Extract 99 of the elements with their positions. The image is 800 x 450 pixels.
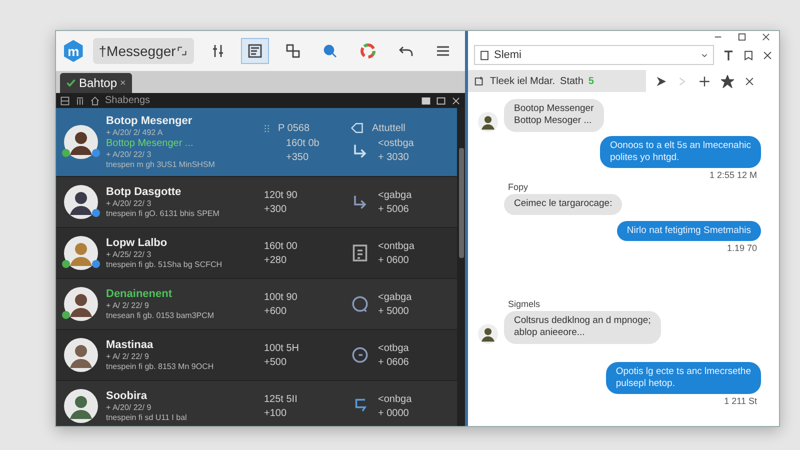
- avatar: [478, 324, 498, 344]
- time-text: 160t 00: [264, 240, 298, 252]
- avatar: [64, 338, 98, 372]
- date-text: + A/20/ 2/ 492 A: [106, 128, 164, 137]
- plus-icon: [698, 74, 711, 88]
- contact-name: Botp Dasgotte: [106, 186, 182, 198]
- count-text: +300: [264, 204, 288, 214]
- forward-icon: [677, 76, 688, 86]
- contact-row[interactable]: Denainenent + A/ 2/ 22/ 9 tnesean fi gb. 0153 bam3PCM 100t 90 +600 <gabga + 5000: [56, 279, 457, 330]
- count-text: +350: [285, 152, 310, 163]
- sender-name: Fopy: [507, 182, 530, 192]
- date-text: + A/20/ 22/ 9: [106, 403, 152, 412]
- action-label: <onbga: [378, 394, 413, 404]
- close-icon: [762, 50, 773, 60]
- detail-text: tnesean fi gb. 0153 bam3PCM: [106, 311, 216, 320]
- avatar: [64, 185, 98, 219]
- swap-icon: [284, 43, 301, 59]
- close-icon: [761, 32, 771, 42]
- amount-text: + 0000: [378, 408, 410, 418]
- column-label: ⁝⁝: [264, 123, 270, 135]
- message-preview: Bottop Mesenger ...: [106, 138, 194, 149]
- date-text: + A/20/ 22/ 3: [106, 150, 152, 159]
- time-text: 125t 5II: [264, 394, 298, 404]
- contact-name: Soobira: [106, 390, 148, 402]
- contact-name: Mastinaa: [106, 339, 154, 351]
- detail-text: tnespen m gh 3US1 MinSHSM: [106, 160, 216, 169]
- date-text: + A/ 2/ 22/ 9: [106, 352, 150, 361]
- detail-text: tnespein fi sd U11 I bal: [106, 413, 188, 422]
- time-text: 100t 5H: [264, 342, 300, 354]
- time-text: 120t 90: [264, 190, 298, 200]
- action-label: <otbga: [378, 342, 410, 354]
- expand-icon: [176, 45, 188, 57]
- close-icon[interactable]: ×: [120, 78, 126, 88]
- app-logo: m: [64, 40, 83, 62]
- date-text: + A/25/ 22/ 3: [106, 250, 152, 259]
- search-field[interactable]: Slemi: [474, 45, 714, 65]
- amount-text: + 5000: [378, 306, 410, 316]
- message-bubble: Coltsrus dedklnog an d mpnoge; ablop anieeore...: [504, 311, 661, 344]
- contact-row[interactable]: Soobira + A/20/ 22/ 9 tnespein fi sd U11 I bal 125t 5II +100 <onbga + 0000: [56, 381, 457, 426]
- toolbar-button[interactable]: [241, 38, 269, 64]
- avatar: [64, 236, 98, 270]
- count-text: +280: [264, 254, 288, 266]
- message-bubble: Opotis lg ecte ts anc lmecrsethe pulsepl hetop.: [606, 362, 761, 394]
- message-time: 1 2:55 12 M: [709, 170, 758, 180]
- close-icon: [744, 76, 755, 86]
- message-time: 1 211 St: [724, 396, 758, 406]
- amount-text: + 3030: [378, 152, 410, 163]
- tab[interactable]: Bahtop ×: [60, 73, 132, 93]
- text-icon: [722, 48, 735, 62]
- column-label: Attuttell: [372, 122, 406, 134]
- contact-name: Botop Mesenger: [106, 115, 194, 127]
- table-icon: [60, 96, 70, 106]
- contact-row[interactable]: Botop Mesenger + A/20/ 2/ 492 A Bottop Mesenger ... + A/20/ 22/ 3 tnespen m gh 3US1 MinSHSM ⁝⁝ P 0568 160t 0b +350 Attuttell <ostbga + 3030: [56, 108, 457, 177]
- avatar: [64, 287, 98, 321]
- close-icon: [451, 96, 461, 106]
- house-icon: [90, 96, 100, 106]
- message-bubble: Ceimec le targarocage:: [504, 194, 622, 215]
- date-text: + A/ 2/ 22/ 9: [106, 301, 150, 310]
- send-icon: [656, 76, 667, 86]
- avatar: [64, 389, 98, 423]
- avatar: [478, 112, 498, 132]
- maximize-icon: [737, 32, 747, 42]
- action-label: <ontbga: [378, 240, 416, 252]
- star-icon: [721, 74, 734, 88]
- date-text: + A/20/ 22/ 3: [106, 199, 152, 208]
- time-text: 160t 0b: [285, 138, 320, 149]
- message-bubble: Nirlo nat fetigtimg Smetmahis: [616, 220, 761, 242]
- panel-title: Shabengs: [105, 95, 150, 106]
- amount-text: + 0600: [378, 254, 410, 266]
- scrollbar[interactable]: [457, 108, 465, 426]
- column-label: P 0568: [278, 122, 310, 134]
- avatar: [64, 125, 98, 159]
- action-label: <gabga: [378, 190, 413, 200]
- action-label: <ostbga: [378, 138, 415, 149]
- amount-text: + 5006: [378, 204, 410, 214]
- message-bubble: Bootop Messenger Bottop Mesoger ...: [504, 99, 604, 132]
- sender-name: Sigmels: [507, 299, 542, 310]
- detail-text: tnespein fi gb. 51Sha bg SCFCH: [106, 260, 224, 269]
- detail-text: tnespein fi gb. 8153 Mn 9OCH: [106, 362, 215, 371]
- check-icon: [66, 78, 76, 88]
- chat-tab[interactable]: Tleek iel Mdar. Stath 5: [468, 70, 646, 92]
- app-field[interactable]: †Messegger: [92, 38, 194, 64]
- form-icon: [247, 43, 264, 59]
- count-text: +500: [264, 356, 288, 368]
- color-ring-icon: [360, 43, 376, 59]
- message-time: 1.19 70: [726, 243, 758, 254]
- message-bubble: Oonoos to a elt 5s an lmecenahic polites yo hntgd.: [600, 136, 761, 168]
- bookmark-icon: [743, 50, 754, 60]
- amount-text: + 0606: [378, 356, 410, 368]
- action-label: <gabga: [378, 292, 413, 302]
- time-text: 100t 90: [264, 292, 298, 302]
- new-window-icon: [474, 76, 485, 86]
- count-text: +100: [264, 408, 288, 418]
- contact-name: Lopw Lalbo: [106, 237, 168, 249]
- detail-text: tnespein fi gO. 6131 bhis SPEM: [106, 209, 220, 218]
- contact-row[interactable]: Botp Dasgotte + A/20/ 22/ 3 tnespein fi gO. 6131 bhis SPEM 120t 90 +300 <gabga + 5006: [56, 177, 457, 228]
- count-text: +600: [264, 306, 288, 316]
- contact-name: Denainenent: [106, 288, 174, 300]
- circle-icon: [350, 345, 370, 365]
